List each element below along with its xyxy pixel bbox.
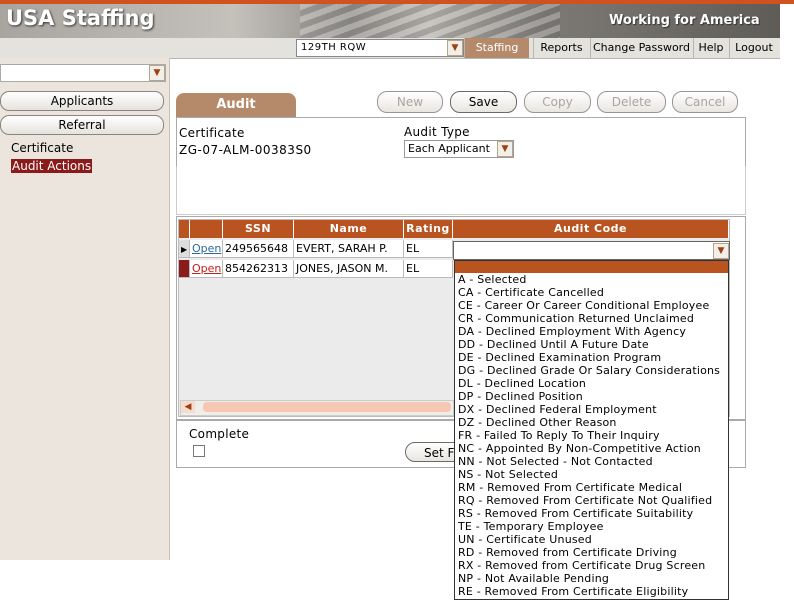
dropdown-option[interactable]: DL - Declined Location — [455, 377, 728, 390]
delete-button[interactable]: Delete — [597, 91, 666, 113]
applicants-button[interactable]: Applicants — [0, 91, 164, 111]
cancel-button[interactable]: Cancel — [672, 91, 738, 113]
sidebar-item-certificate[interactable]: Certificate — [11, 141, 73, 155]
audit-code-select[interactable]: ▼ — [453, 241, 730, 260]
new-button[interactable]: New — [377, 91, 443, 113]
referral-button[interactable]: Referral — [0, 115, 164, 135]
open-link[interactable]: Open — [192, 242, 221, 255]
tagline: Working for America — [609, 13, 760, 28]
nav-staffing[interactable]: Staffing — [464, 38, 529, 58]
dropdown-option[interactable]: FR - Failed To Reply To Their Inquiry — [455, 429, 728, 442]
org-select-value: 129TH RQW — [301, 42, 367, 53]
dropdown-option[interactable]: RX - Removed from Certificate Drug Scree… — [455, 559, 728, 572]
certificate-value: ZG-07-ALM-00383S0 — [179, 143, 312, 157]
dropdown-option[interactable]: CR - Communication Returned Unclaimed — [455, 312, 728, 325]
chevron-down-icon[interactable]: ▼ — [447, 40, 463, 56]
grid-header-name[interactable]: Name — [294, 220, 404, 238]
grid-header-marker — [179, 220, 190, 238]
nav-logout[interactable]: Logout — [729, 38, 778, 58]
dropdown-option[interactable]: TE - Temporary Employee — [455, 520, 728, 533]
dropdown-option[interactable]: RQ - Removed From Certificate Not Qualif… — [455, 494, 728, 507]
dropdown-option[interactable]: RE - Removed From Certificate Eligibilit… — [455, 585, 728, 598]
dropdown-option[interactable]: DD - Declined Until A Future Date — [455, 338, 728, 351]
grid-header-open — [190, 220, 223, 238]
dropdown-option[interactable]: DA - Declined Employment With Agency — [455, 325, 728, 338]
table-cell-ssn: 854262313 — [223, 260, 294, 278]
row-indicator — [179, 260, 190, 278]
dropdown-option[interactable]: RM - Removed From Certificate Medical — [455, 481, 728, 494]
chevron-down-icon[interactable]: ▼ — [497, 141, 513, 157]
chevron-down-icon[interactable]: ▼ — [713, 243, 729, 259]
audit-code-dropdown-list: A - Selected CA - Certificate Cancelled CE… — [454, 260, 729, 600]
dropdown-option[interactable]: CE - Career Or Career Conditional Employ… — [455, 299, 728, 312]
table-cell-ssn: 249565648 — [223, 240, 294, 258]
flag-graphic — [300, 4, 560, 38]
dropdown-option[interactable]: RD - Removed from Certificate Driving — [455, 546, 728, 559]
table-row-open-link[interactable]: Open — [190, 260, 223, 278]
audit-type-label: Audit Type — [404, 125, 470, 139]
sidebar-select[interactable]: ▼ — [0, 64, 166, 82]
nav-change-password[interactable]: Change Password — [590, 38, 692, 58]
blank-panel — [176, 166, 746, 215]
audit-type-select[interactable]: Each Applicant ▼ — [404, 140, 514, 158]
table-cell-name: EVERT, SARAH P. — [294, 240, 404, 258]
chevron-down-icon[interactable]: ▼ — [149, 65, 165, 81]
dropdown-option[interactable]: DZ - Declined Other Reason — [455, 416, 728, 429]
dropdown-option[interactable]: NC - Appointed By Non-Competitive Action — [455, 442, 728, 455]
row-indicator: ▶ — [179, 240, 190, 258]
complete-checkbox[interactable] — [193, 445, 205, 457]
dropdown-option[interactable]: A - Selected — [455, 273, 728, 286]
grid-header-audit-code[interactable]: Audit Code — [453, 220, 729, 238]
grid-header-ssn[interactable]: SSN — [223, 220, 294, 238]
copy-button[interactable]: Copy — [524, 91, 591, 113]
nav-help[interactable]: Help — [693, 38, 728, 58]
dropdown-option[interactable]: CA - Certificate Cancelled — [455, 286, 728, 299]
tab-audit[interactable]: Audit — [176, 93, 296, 117]
dropdown-option[interactable]: NN - Not Selected - Not Contacted — [455, 455, 728, 468]
scrollbar-thumb[interactable] — [203, 402, 451, 412]
sidebar-item-audit-actions[interactable]: Audit Actions — [11, 159, 93, 173]
nav-reports[interactable]: Reports — [533, 38, 589, 58]
dropdown-option-blank[interactable] — [455, 261, 728, 273]
complete-label: Complete — [189, 427, 250, 441]
scroll-left-icon[interactable]: ◀ — [181, 401, 195, 413]
save-button[interactable]: Save — [450, 91, 517, 113]
row-current-icon: ▶ — [181, 245, 188, 254]
dropdown-option[interactable]: RS - Removed From Certificate Suitabilit… — [455, 507, 728, 520]
table-cell-rating: EL — [404, 260, 453, 278]
app-logo: USA Staffing — [6, 6, 155, 30]
table-cell-name: JONES, JASON M. — [294, 260, 404, 278]
dropdown-option[interactable]: DX - Declined Federal Employment — [455, 403, 728, 416]
audit-type-value: Each Applicant — [408, 142, 490, 155]
dropdown-option[interactable]: NP - Not Available Pending — [455, 572, 728, 585]
table-cell-rating: EL — [404, 240, 453, 258]
dropdown-option[interactable]: DG - Declined Grade Or Salary Considerat… — [455, 364, 728, 377]
table-row-open-link[interactable]: Open — [190, 240, 223, 258]
dropdown-option[interactable]: UN - Certificate Unused — [455, 533, 728, 546]
certificate-label: Certificate — [179, 126, 245, 140]
open-link[interactable]: Open — [192, 262, 221, 275]
org-select[interactable]: 129TH RQW ▼ — [296, 39, 464, 57]
dropdown-option[interactable]: NS - Not Selected — [455, 468, 728, 481]
dropdown-option[interactable]: DE - Declined Examination Program — [455, 351, 728, 364]
dropdown-option[interactable]: DP - Declined Position — [455, 390, 728, 403]
grid-header-rating[interactable]: Rating — [404, 220, 453, 238]
